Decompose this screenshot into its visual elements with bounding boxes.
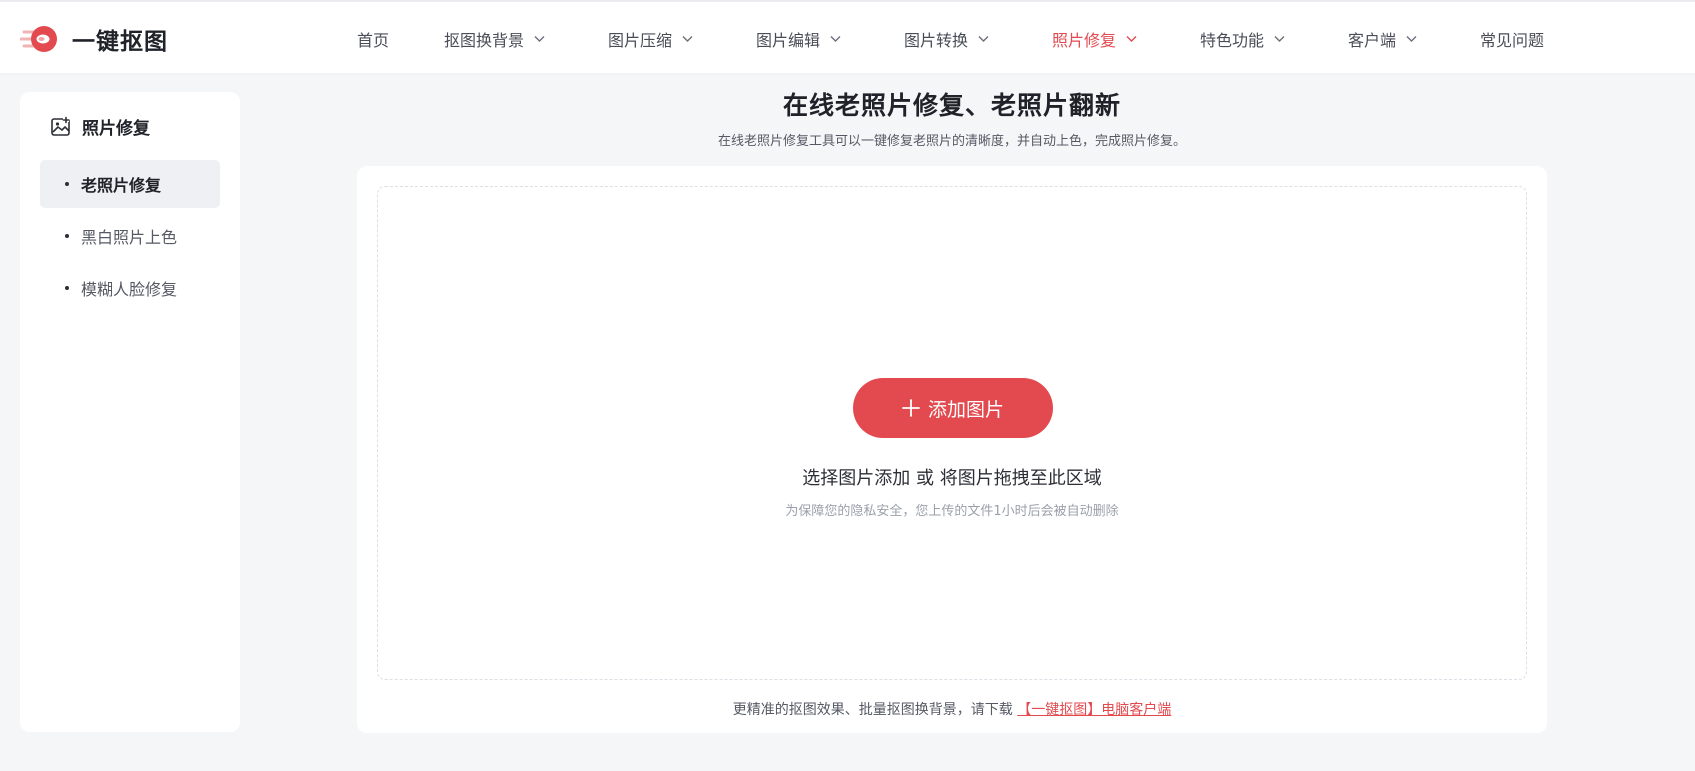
nav-item-cutout[interactable]: 抠图换背景 bbox=[444, 2, 546, 75]
nav-item-edit[interactable]: 图片编辑 bbox=[756, 2, 842, 75]
add-image-label: 添加图片 bbox=[927, 398, 1004, 421]
nav-item-client[interactable]: 客户端 bbox=[1348, 2, 1418, 75]
sidebar-item-face-repair[interactable]: 模糊人脸修复 bbox=[40, 264, 220, 312]
download-promo: 更精准的抠图效果、批量抠图换背景，请下载 【一键抠图】电脑客户端 bbox=[357, 699, 1547, 719]
nav-item-home[interactable]: 首页 bbox=[357, 2, 389, 75]
nav-item-label: 抠图换背景 bbox=[444, 30, 525, 50]
page-title: 在线老照片修复、老照片翻新 bbox=[782, 91, 1121, 120]
nav-item-label: 图片编辑 bbox=[756, 30, 821, 50]
chevron-down-icon bbox=[830, 36, 841, 42]
image-edit-icon bbox=[51, 116, 70, 136]
nav-item-label: 首页 bbox=[357, 30, 390, 50]
bullet bbox=[65, 286, 69, 290]
chevron-down-icon bbox=[1406, 36, 1417, 42]
add-image-button[interactable]: 添加图片 bbox=[853, 378, 1053, 438]
sidebar-item-label: 黑白照片上色 bbox=[81, 228, 178, 247]
nav-item-label: 图片压缩 bbox=[608, 30, 673, 50]
sidebar-header: 照片修复 bbox=[50, 114, 150, 139]
sidebar: 照片修复 老照片修复 黑白照片上色 模糊人脸修复 bbox=[20, 92, 240, 732]
nav-item-faq[interactable]: 常见问题 bbox=[1480, 2, 1544, 75]
chevron-down-icon bbox=[534, 36, 545, 42]
sidebar-item-label: 模糊人脸修复 bbox=[81, 280, 178, 299]
nav-item-features[interactable]: 特色功能 bbox=[1200, 2, 1286, 75]
sidebar-item-colorize[interactable]: 黑白照片上色 bbox=[40, 212, 220, 260]
download-client-link[interactable]: 【一键抠图】电脑客户端 bbox=[1017, 702, 1171, 718]
brand-name: 一键抠图 bbox=[72, 29, 168, 55]
brand-logo-icon bbox=[20, 26, 57, 52]
sidebar-title: 照片修复 bbox=[82, 119, 150, 139]
bullet bbox=[65, 234, 69, 238]
bullet bbox=[65, 182, 69, 186]
chevron-down-icon bbox=[1126, 36, 1137, 42]
nav-item-compress[interactable]: 图片压缩 bbox=[608, 2, 694, 75]
nav-item-label: 图片转换 bbox=[904, 30, 969, 50]
sidebar-item-label: 老照片修复 bbox=[81, 176, 162, 195]
nav-item-label: 照片修复 bbox=[1052, 30, 1117, 50]
nav-item-label: 客户端 bbox=[1348, 30, 1397, 50]
nav-item-convert[interactable]: 图片转换 bbox=[904, 2, 990, 75]
upload-panel: 添加图片 选择图片添加 或 将图片拖拽至此区域 为保障您的隐私安全，您上传的文件… bbox=[357, 166, 1547, 733]
chevron-down-icon bbox=[1274, 36, 1285, 42]
plus-icon bbox=[902, 399, 920, 417]
privacy-note: 为保障您的隐私安全，您上传的文件1小时后会被自动删除 bbox=[785, 504, 1119, 519]
chevron-down-icon bbox=[682, 36, 693, 42]
nav-item-label: 特色功能 bbox=[1200, 30, 1265, 50]
nav-item-label: 常见问题 bbox=[1480, 30, 1545, 50]
nav-item-photo-repair[interactable]: 照片修复 bbox=[1052, 2, 1138, 75]
upload-dropzone[interactable]: 添加图片 选择图片添加 或 将图片拖拽至此区域 为保障您的隐私安全，您上传的文件… bbox=[377, 186, 1527, 680]
brand-logo[interactable]: 一键抠图 bbox=[20, 22, 168, 56]
download-promo-text: 更精准的抠图效果、批量抠图换背景，请下载 bbox=[732, 702, 1013, 718]
sidebar-item-old-photo-repair[interactable]: 老照片修复 bbox=[40, 160, 220, 208]
top-navbar: 一键抠图 首页 抠图换背景 图片压缩 图片编辑 图片转换 照片修复 特色功能 客… bbox=[0, 0, 1695, 73]
drop-hint: 选择图片添加 或 将图片拖拽至此区域 bbox=[802, 468, 1102, 489]
chevron-down-icon bbox=[978, 36, 989, 42]
page-subtitle: 在线老照片修复工具可以一键修复老照片的清晰度，并自动上色，完成照片修复。 bbox=[717, 134, 1186, 149]
